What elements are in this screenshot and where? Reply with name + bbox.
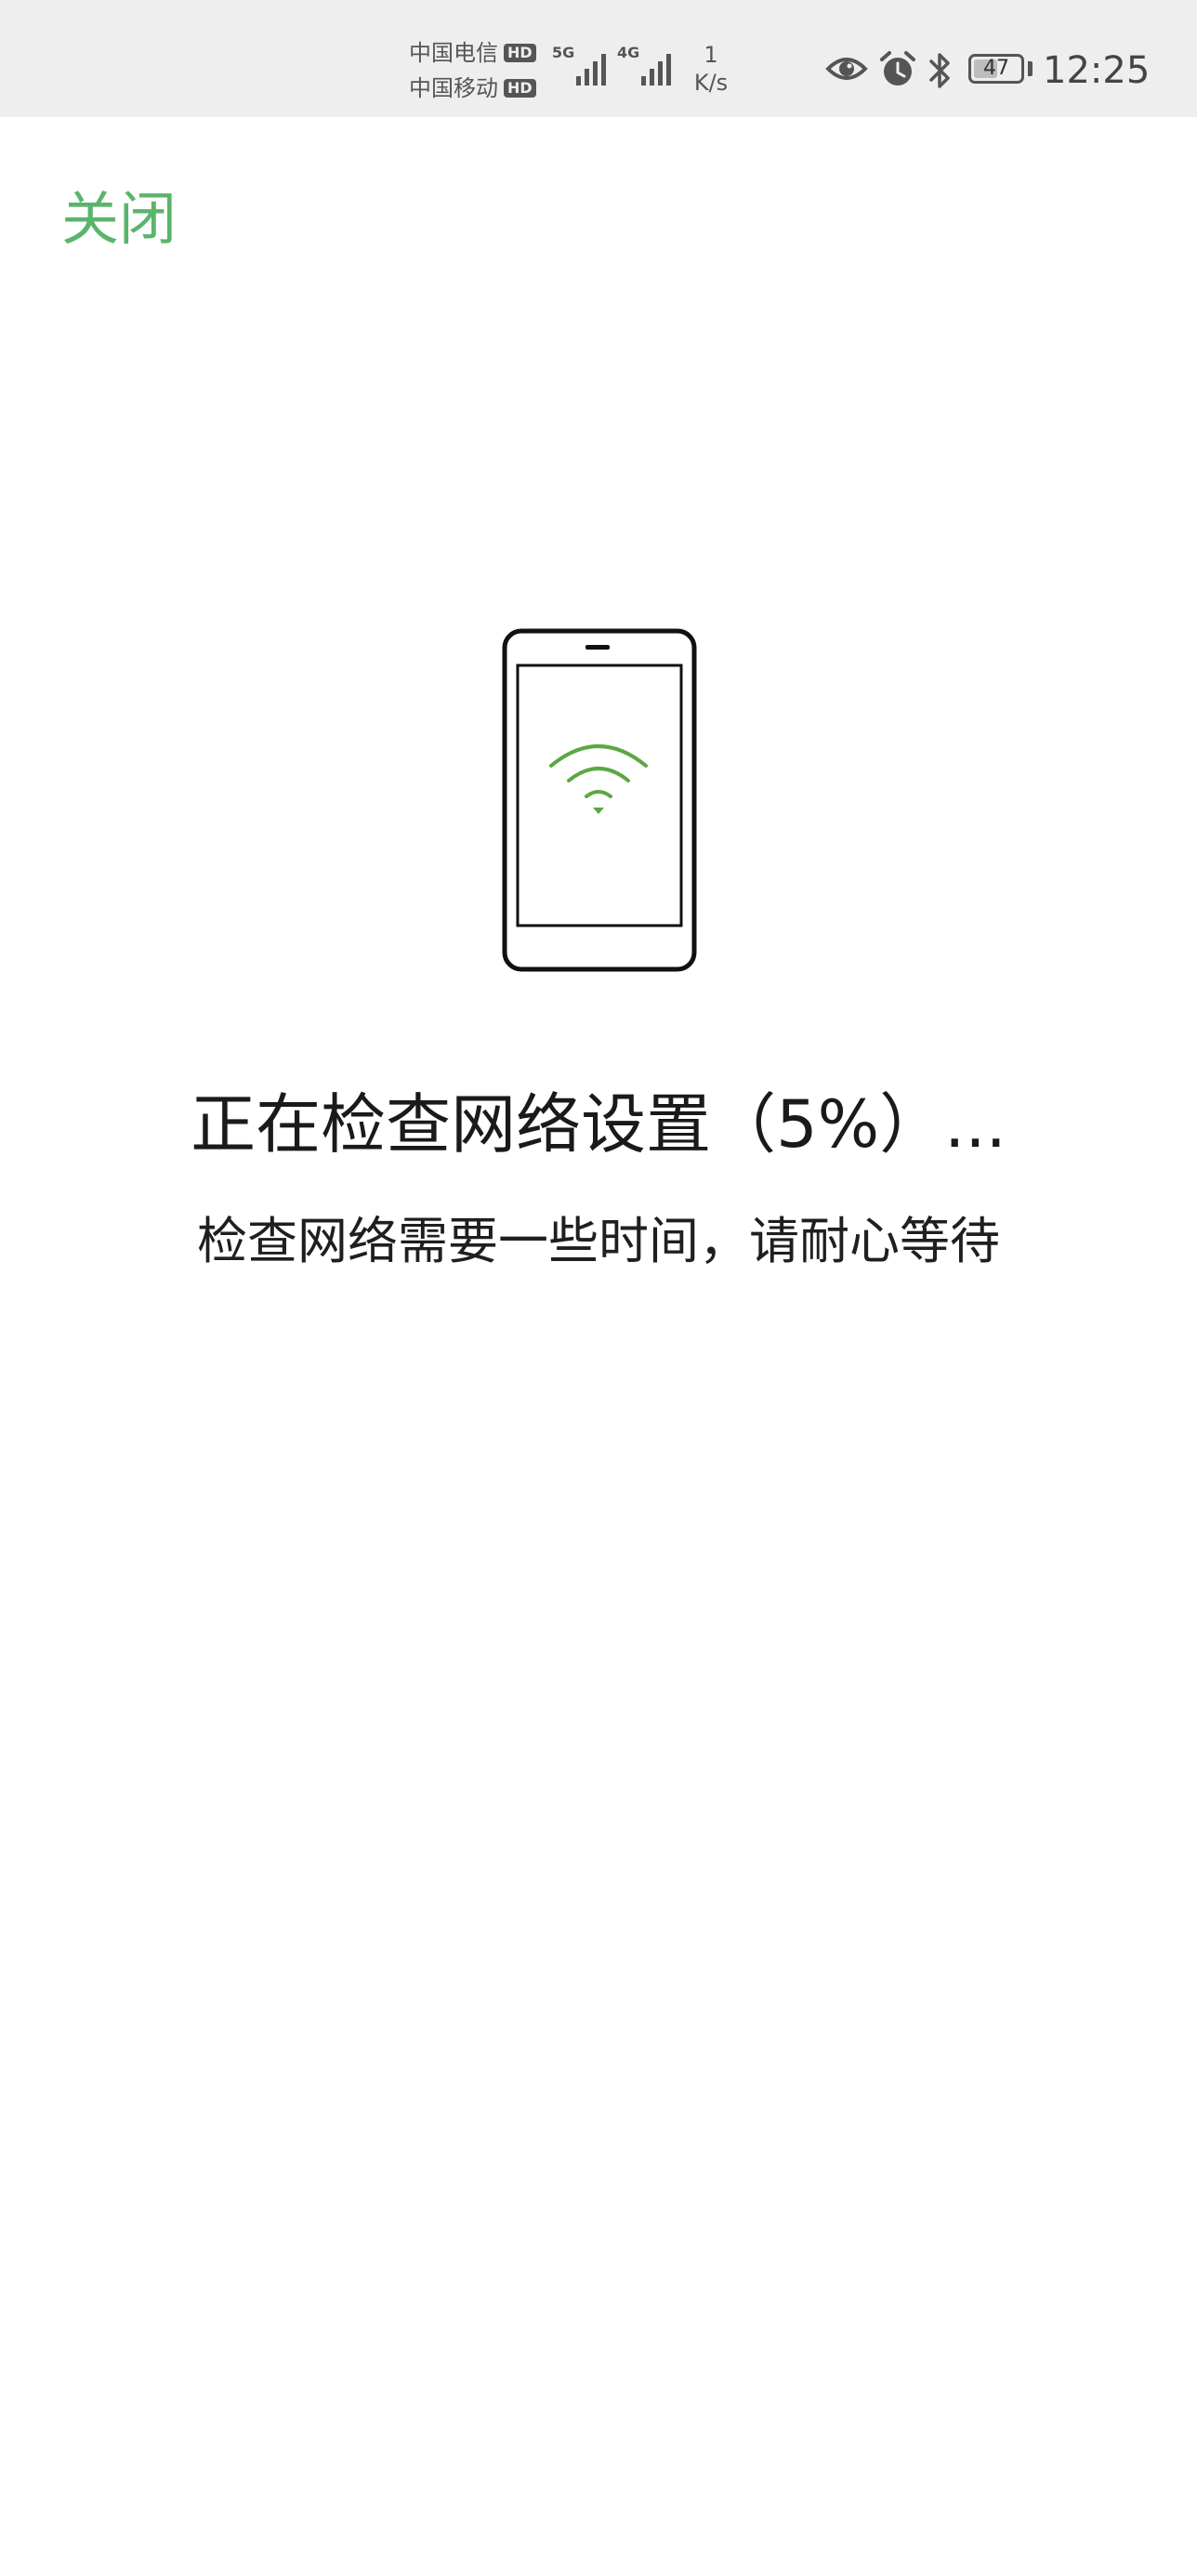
carrier-name-1: 中国电信 bbox=[409, 40, 498, 66]
battery-level-text: 47 bbox=[983, 57, 1009, 80]
status-time: 12:25 bbox=[1043, 49, 1151, 92]
carrier-line-2: 中国移动 HD bbox=[409, 71, 536, 106]
network-type-1: 5G bbox=[552, 44, 575, 61]
progress-subtitle: 检查网络需要一些时间，请耐心等待 bbox=[197, 1212, 1000, 1270]
carrier-line-1: 中国电信 HD bbox=[409, 35, 536, 71]
status-bar: 中国电信 HD 中国移动 HD 5G 4G 1 K/s 47 12:25 bbox=[0, 0, 1197, 117]
signal-bars-icon bbox=[641, 48, 672, 85]
bluetooth-icon bbox=[929, 53, 950, 88]
progress-title: 正在检查网络设置（5%）... bbox=[191, 1086, 1006, 1163]
carrier-name-2: 中国移动 bbox=[409, 75, 498, 101]
battery-icon: 47 bbox=[968, 54, 1024, 84]
alarm-icon bbox=[880, 51, 915, 85]
hd-badge-1: HD bbox=[504, 44, 536, 62]
wifi-icon bbox=[549, 744, 648, 798]
network-speed-unit: K/s bbox=[693, 70, 729, 96]
signal-strength-2: 4G bbox=[617, 44, 672, 85]
close-button[interactable]: 关闭 bbox=[61, 182, 177, 256]
network-type-2: 4G bbox=[617, 44, 640, 61]
network-speed: 1 K/s bbox=[688, 41, 734, 97]
eye-icon bbox=[825, 58, 868, 80]
battery-tip bbox=[1028, 61, 1033, 76]
phone-wifi-icon bbox=[502, 628, 697, 972]
carrier-info: 中国电信 HD 中国移动 HD bbox=[409, 35, 536, 106]
signal-bars-icon bbox=[576, 48, 607, 85]
network-speed-value: 1 bbox=[704, 42, 718, 68]
signal-strength-1: 5G bbox=[552, 44, 607, 85]
hd-badge-2: HD bbox=[504, 79, 536, 98]
